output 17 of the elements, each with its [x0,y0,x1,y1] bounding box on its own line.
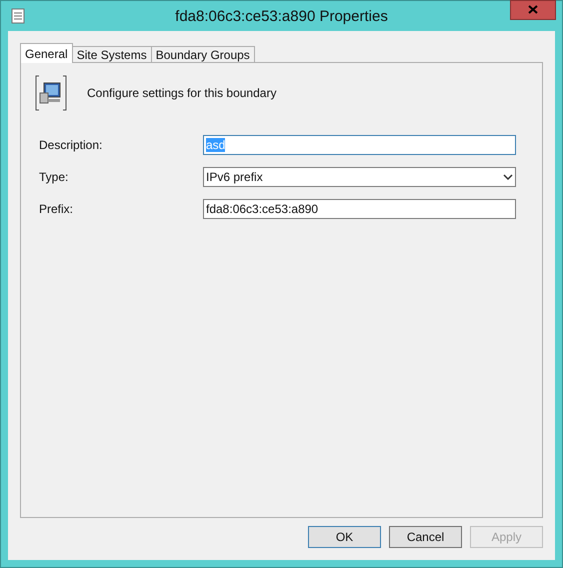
caret-icon [503,174,513,180]
computer-icon [35,75,67,111]
field-label: Type: [39,170,70,184]
field-label: Description: [39,138,104,152]
dialog-button[interactable]: Cancel [389,526,462,548]
input-field[interactable]: fda8:06c3:ce53:a890 [203,199,516,219]
properties-icon [11,8,25,24]
type-dropdown[interactable]: IPv6 prefix [203,167,516,187]
tab[interactable]: Boundary Groups [150,46,255,63]
dialog-button[interactable]: OK [308,526,381,548]
window-title: fda8:06c3:ce53:a890 Properties [175,8,388,24]
header-text: Configure settings for this boundary [87,86,276,100]
close-button[interactable] [510,0,556,20]
field-label: Prefix: [39,202,74,216]
close-icon [528,5,538,14]
tab[interactable]: Site Systems [72,46,152,63]
tab[interactable]: General [20,43,73,63]
